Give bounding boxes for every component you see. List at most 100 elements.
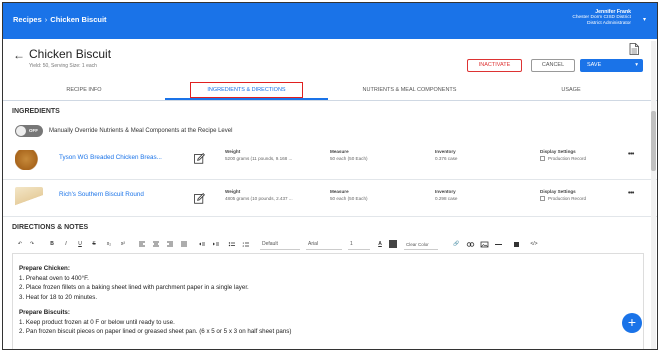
editor-line: 1. Keep product frozen at 0 F or below u… bbox=[19, 318, 175, 326]
override-toggle[interactable]: OFF bbox=[15, 125, 43, 137]
scrollbar[interactable] bbox=[651, 41, 656, 349]
font-size-select[interactable]: Default bbox=[260, 239, 300, 250]
background-color-button[interactable] bbox=[389, 240, 397, 248]
redo-icon[interactable]: ↷ bbox=[28, 239, 36, 250]
bullet-list-icon[interactable] bbox=[228, 239, 236, 250]
save-button[interactable]: SAVE ▾ bbox=[580, 59, 643, 72]
user-role: District Administrator bbox=[587, 21, 631, 26]
editor-line: Prepare Biscuits: bbox=[19, 309, 70, 316]
top-bar: Recipes › Chicken Biscuit Jennifer Frank C… bbox=[3, 3, 657, 39]
breadcrumb-recipes-link[interactable]: Recipes bbox=[13, 15, 42, 24]
measure-value: 50 each (50 Each) bbox=[330, 195, 368, 201]
breadcrumb-separator: › bbox=[44, 15, 48, 24]
horizontal-rule-icon[interactable] bbox=[494, 239, 503, 250]
ingredient-row: Tyson WG Breaded Chicken Breas... Weight… bbox=[3, 144, 657, 180]
scrollbar-thumb[interactable] bbox=[651, 111, 656, 171]
align-justify-icon[interactable] bbox=[180, 239, 188, 250]
recipe-yield-subtitle: Yield: 50, Serving Size: 1 each bbox=[29, 63, 97, 69]
save-label: SAVE bbox=[587, 62, 602, 68]
tab-nutrients-meal-components[interactable]: NUTRIENTS & MEAL COMPONENTS bbox=[328, 81, 491, 100]
display-settings-column: Display Settings Production Record bbox=[540, 189, 586, 202]
link-icon[interactable]: 🔗 bbox=[452, 239, 461, 250]
production-record-checkbox[interactable] bbox=[540, 195, 545, 201]
indent-increase-icon[interactable] bbox=[212, 239, 220, 250]
font-family-select[interactable]: Arial bbox=[306, 239, 342, 250]
editor-line: Prepare Chicken: bbox=[19, 265, 70, 272]
highlight-box bbox=[190, 82, 303, 98]
inventory-value: 0.298 case bbox=[435, 195, 458, 201]
line-height-select[interactable]: 1 bbox=[348, 239, 370, 250]
edit-icon[interactable] bbox=[194, 193, 205, 204]
page-title: Chicken Biscuit bbox=[29, 47, 112, 61]
app-window: Recipes › Chicken Biscuit Jennifer Frank C… bbox=[2, 2, 658, 350]
indent-decrease-icon[interactable] bbox=[198, 239, 206, 250]
back-arrow-icon[interactable]: ← bbox=[13, 48, 25, 62]
edit-icon[interactable] bbox=[194, 153, 205, 164]
underline-button[interactable]: U bbox=[76, 239, 84, 250]
ingredients-heading: INGREDIENTS bbox=[12, 108, 60, 115]
more-options-icon[interactable]: ••• bbox=[628, 151, 634, 158]
italic-button[interactable]: I bbox=[62, 239, 70, 250]
subscript-button[interactable]: x₂ bbox=[104, 239, 114, 250]
weight-value: 4805 grams (10 pounds, 2.437 ... bbox=[225, 195, 293, 201]
weight-column: Weight 5200 grams (11 pounds, 9.168 ... bbox=[225, 149, 292, 162]
editor-toolbar: ↶ ↷ B I U S x₂ x² 12 Default Arial 1 A C… bbox=[12, 239, 644, 251]
production-record-label: Production Record bbox=[548, 155, 587, 161]
ingredient-image bbox=[15, 187, 43, 207]
toggle-knob bbox=[16, 126, 26, 136]
unlink-icon[interactable] bbox=[466, 239, 475, 250]
toggle-state-label: OFF bbox=[29, 128, 38, 133]
display-settings-column: Display Settings Production Record bbox=[540, 149, 586, 162]
inactivate-button[interactable]: INACTIVATE bbox=[467, 59, 522, 72]
image-icon[interactable] bbox=[480, 239, 489, 250]
align-center-icon[interactable] bbox=[152, 239, 160, 250]
directions-heading: DIRECTIONS & NOTES bbox=[12, 224, 89, 231]
remove-format-icon[interactable] bbox=[512, 239, 521, 250]
breadcrumb: Recipes › Chicken Biscuit bbox=[13, 15, 107, 24]
tab-recipe-info[interactable]: RECIPE INFO bbox=[3, 81, 165, 100]
undo-icon[interactable]: ↶ bbox=[16, 239, 24, 250]
chevron-down-icon[interactable]: ▾ bbox=[635, 60, 638, 71]
text-color-button[interactable]: A bbox=[376, 239, 384, 250]
inventory-column: Inventory 0.376 case bbox=[435, 149, 457, 162]
clear-color-select[interactable]: Clear Color bbox=[404, 239, 438, 250]
directions-editor[interactable]: Prepare Chicken: 1. Preheat oven to 400°… bbox=[12, 253, 644, 349]
chevron-down-icon[interactable]: ▾ bbox=[643, 16, 646, 23]
svg-text:2: 2 bbox=[243, 244, 245, 248]
measure-value: 50 each (50 Each) bbox=[330, 155, 368, 161]
production-record-label: Production Record bbox=[548, 195, 587, 201]
cancel-button[interactable]: CANCEL bbox=[531, 59, 575, 72]
inventory-label: Inventory bbox=[435, 189, 456, 194]
production-record-checkbox[interactable] bbox=[540, 155, 545, 161]
ingredient-image bbox=[15, 150, 43, 170]
editor-line: 1. Preheat oven to 400°F. bbox=[19, 274, 89, 282]
align-right-icon[interactable] bbox=[166, 239, 174, 250]
ingredient-name-link[interactable]: Tyson WG Breaded Chicken Breas... bbox=[59, 154, 162, 161]
strikethrough-button[interactable]: S bbox=[90, 239, 98, 250]
superscript-button[interactable]: x² bbox=[118, 239, 128, 250]
ingredient-row: Rich's Southern Biscuit Round Weight 480… bbox=[3, 181, 657, 217]
tab-usage[interactable]: USAGE bbox=[491, 81, 651, 100]
breadcrumb-current: Chicken Biscuit bbox=[50, 15, 107, 24]
override-label: Manually Override Nutrients & Meal Compo… bbox=[49, 128, 233, 134]
weight-value: 5200 grams (11 pounds, 9.168 ... bbox=[225, 155, 293, 161]
inventory-column: Inventory 0.298 case bbox=[435, 189, 457, 202]
ingredient-name-link[interactable]: Rich's Southern Biscuit Round bbox=[59, 191, 144, 198]
document-icon[interactable] bbox=[629, 43, 639, 55]
measure-column: Measure 50 each (50 Each) bbox=[330, 189, 368, 202]
inventory-label: Inventory bbox=[435, 149, 456, 154]
user-menu[interactable]: Jennifer Frank Chester Dorm CISD Distric… bbox=[572, 9, 631, 27]
editor-line: 2. Pan frozen biscuit pieces on paper li… bbox=[19, 328, 292, 335]
measure-column: Measure 50 each (50 Each) bbox=[330, 149, 368, 162]
bold-button[interactable]: B bbox=[48, 239, 56, 250]
code-view-icon[interactable]: </> bbox=[528, 239, 540, 250]
editor-line: 2. Place frozen fillets on a baking shee… bbox=[19, 284, 249, 291]
align-left-icon[interactable] bbox=[138, 239, 146, 250]
weight-column: Weight 4805 grams (10 pounds, 2.437 ... bbox=[225, 189, 293, 202]
add-fab-button[interactable]: + bbox=[622, 313, 642, 333]
editor-line: 3. Heat for 18 to 20 minutes. bbox=[19, 293, 98, 301]
numbered-list-icon[interactable]: 12 bbox=[242, 239, 250, 250]
inventory-value: 0.376 case bbox=[435, 155, 458, 161]
tab-bar: RECIPE INFO INGREDIENTS & DIRECTIONS NUT… bbox=[3, 81, 657, 101]
more-options-icon[interactable]: ••• bbox=[628, 190, 634, 197]
